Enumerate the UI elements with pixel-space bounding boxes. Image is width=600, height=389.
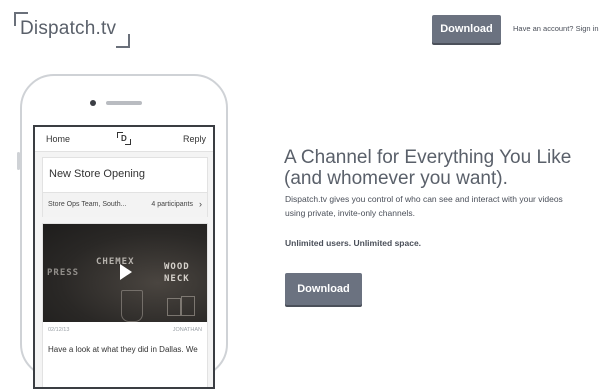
logo-text: Dispatch.tv <box>20 18 117 39</box>
post-author: JONATHAN <box>172 327 202 333</box>
header-download-button[interactable]: Download <box>432 15 501 43</box>
account-prompt: Have an account? Sign in <box>513 24 599 33</box>
phone-screen: Home D Reply New Store Opening Store Ops… <box>33 125 215 389</box>
phone-speaker <box>106 101 142 105</box>
logo-corner-bottom-right <box>116 34 130 48</box>
post-card: PRESS CHEMEX WOOD NECK 02/12/13 JONATHAN… <box>42 223 208 387</box>
cup-shape-2 <box>181 296 195 316</box>
channel-info-row: Store Ops Team, South... 4 participants … <box>43 192 207 217</box>
cup-shape <box>167 298 181 316</box>
hero-tagline: Unlimited users. Unlimited space. <box>285 238 422 248</box>
account-question: Have an account? <box>513 24 574 33</box>
video-word-neck: NECK <box>164 274 190 284</box>
logo[interactable]: Dispatch.tv <box>14 12 130 48</box>
hero-description: Dispatch.tv gives you control of who can… <box>285 194 563 218</box>
app-logo-icon: D <box>117 132 131 145</box>
phone-mockup: Home D Reply New Store Opening Store Ops… <box>20 74 228 389</box>
phone-camera <box>90 100 96 106</box>
video-thumbnail: PRESS CHEMEX WOOD NECK <box>43 224 207 322</box>
chevron-right-icon: › <box>199 199 202 209</box>
channel-title: New Store Opening <box>49 168 145 180</box>
channel-participants: 4 participants <box>151 201 193 208</box>
app-reply-link: Reply <box>182 134 206 144</box>
hero-headline: A Channel for Everything You Like (and w… <box>284 147 572 189</box>
channel-team: Store Ops Team, South... <box>48 201 127 208</box>
app-bar: Home D Reply <box>35 127 213 152</box>
video-word-wood: WOOD <box>164 262 190 272</box>
carafe-shape <box>121 290 143 322</box>
signin-link[interactable]: Sign in <box>576 24 599 33</box>
post-text: Have a look at what they did in Dallas. … <box>48 345 198 354</box>
post-date: 02/12/13 <box>48 327 70 333</box>
play-icon <box>120 264 132 280</box>
app-home-link: Home <box>46 134 71 144</box>
video-word-press: PRESS <box>47 268 80 278</box>
app-logo-letter: D <box>121 134 127 143</box>
hero-download-button[interactable]: Download <box>285 273 362 305</box>
channel-card: New Store Opening Store Ops Team, South.… <box>42 157 208 217</box>
